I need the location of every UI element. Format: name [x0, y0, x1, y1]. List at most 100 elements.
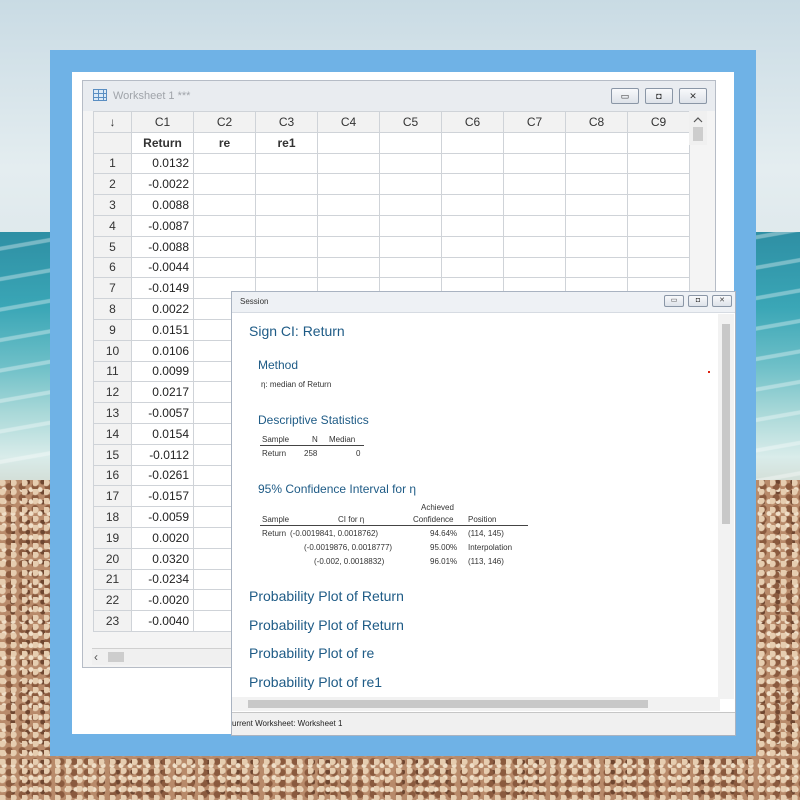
empty-cell[interactable]: [193, 214, 256, 237]
empty-cell[interactable]: [503, 214, 566, 237]
session-window[interactable]: Session ▭ ◘ ✕ Sign CI: Return Method η: …: [231, 291, 736, 736]
empty-cell[interactable]: [565, 173, 628, 196]
data-cell[interactable]: -0.0022: [131, 173, 194, 196]
minimize-button[interactable]: ▭: [664, 295, 684, 307]
empty-cell[interactable]: [255, 194, 318, 216]
row-number[interactable]: 4: [93, 214, 132, 237]
row-number[interactable]: 16: [93, 464, 132, 487]
empty-cell[interactable]: [565, 214, 628, 237]
column-header[interactable]: C8: [565, 111, 628, 133]
empty-cell[interactable]: [193, 256, 256, 279]
column-header[interactable]: C1: [131, 111, 194, 133]
empty-cell[interactable]: [441, 152, 504, 175]
empty-cell[interactable]: [317, 235, 380, 258]
empty-cell[interactable]: [379, 235, 442, 258]
empty-cell[interactable]: [441, 214, 504, 237]
empty-cell[interactable]: [627, 173, 690, 196]
column-header[interactable]: C7: [503, 111, 566, 133]
data-cell[interactable]: -0.0059: [131, 506, 194, 528]
column-name-cell[interactable]: [379, 131, 442, 154]
data-cell[interactable]: 0.0217: [131, 381, 194, 404]
row-number[interactable]: 18: [93, 506, 132, 528]
column-name-cell[interactable]: [317, 131, 380, 154]
data-cell[interactable]: -0.0112: [131, 443, 194, 466]
data-cell[interactable]: -0.0261: [131, 464, 194, 487]
row-number[interactable]: 17: [93, 485, 132, 508]
data-cell[interactable]: -0.0149: [131, 277, 194, 300]
empty-cell[interactable]: [627, 214, 690, 237]
empty-cell[interactable]: [317, 194, 380, 216]
data-cell[interactable]: 0.0154: [131, 422, 194, 445]
close-button[interactable]: ✕: [679, 88, 707, 104]
empty-cell[interactable]: [379, 152, 442, 175]
data-cell[interactable]: -0.0040: [131, 610, 194, 632]
empty-cell[interactable]: [441, 256, 504, 279]
empty-cell[interactable]: [627, 256, 690, 279]
empty-cell[interactable]: [503, 173, 566, 196]
empty-cell[interactable]: [317, 173, 380, 196]
row-number[interactable]: 14: [93, 422, 132, 445]
row-number[interactable]: 1: [93, 152, 132, 175]
output-heading-link[interactable]: Probability Plot of re1: [249, 674, 382, 690]
row-number[interactable]: 10: [93, 339, 132, 362]
column-name-cell[interactable]: re1: [255, 131, 318, 154]
empty-cell[interactable]: [255, 152, 318, 175]
data-cell[interactable]: 0.0151: [131, 318, 194, 341]
data-cell[interactable]: -0.0057: [131, 402, 194, 424]
minimize-button[interactable]: ▭: [611, 88, 639, 104]
session-title-bar[interactable]: Session ▭ ◘ ✕: [232, 292, 735, 313]
output-heading-link[interactable]: Probability Plot of Return: [249, 617, 404, 633]
row-number[interactable]: 23: [93, 610, 132, 632]
empty-cell[interactable]: [317, 214, 380, 237]
row-number[interactable]: 3: [93, 194, 132, 216]
data-cell[interactable]: -0.0087: [131, 214, 194, 237]
empty-cell[interactable]: [565, 194, 628, 216]
row-number[interactable]: 8: [93, 298, 132, 320]
empty-cell[interactable]: [627, 194, 690, 216]
data-cell[interactable]: -0.0044: [131, 256, 194, 279]
empty-cell[interactable]: [255, 256, 318, 279]
empty-cell[interactable]: [627, 235, 690, 258]
column-name-cell[interactable]: [503, 131, 566, 154]
empty-cell[interactable]: [441, 235, 504, 258]
column-header[interactable]: C6: [441, 111, 504, 133]
empty-cell[interactable]: [441, 173, 504, 196]
data-cell[interactable]: 0.0022: [131, 298, 194, 320]
empty-cell[interactable]: [379, 214, 442, 237]
output-heading-link[interactable]: Probability Plot of Return: [249, 588, 404, 604]
column-header[interactable]: C9: [627, 111, 690, 133]
empty-cell[interactable]: [379, 173, 442, 196]
empty-cell[interactable]: [503, 152, 566, 175]
empty-cell[interactable]: [627, 152, 690, 175]
column-name-cell[interactable]: re: [193, 131, 256, 154]
row-number[interactable]: 7: [93, 277, 132, 300]
column-name-cell[interactable]: [441, 131, 504, 154]
empty-cell[interactable]: [193, 194, 256, 216]
row-number[interactable]: 6: [93, 256, 132, 279]
empty-cell[interactable]: [503, 194, 566, 216]
data-cell[interactable]: 0.0106: [131, 339, 194, 362]
empty-cell[interactable]: [255, 235, 318, 258]
data-cell[interactable]: -0.0020: [131, 589, 194, 612]
column-name-cell[interactable]: Return: [131, 131, 194, 154]
data-cell[interactable]: 0.0099: [131, 360, 194, 383]
column-header[interactable]: C3: [255, 111, 318, 133]
worksheet-title-bar[interactable]: Worksheet 1 *** ▭ ◘ ✕: [83, 81, 715, 111]
empty-cell[interactable]: [379, 256, 442, 279]
data-cell[interactable]: 0.0132: [131, 152, 194, 175]
row-number[interactable]: 11: [93, 360, 132, 383]
row-number[interactable]: 22: [93, 589, 132, 612]
restore-button[interactable]: ◘: [688, 295, 708, 307]
row-number[interactable]: 9: [93, 318, 132, 341]
empty-cell[interactable]: [441, 194, 504, 216]
empty-cell[interactable]: [503, 256, 566, 279]
horizontal-scrollbar[interactable]: [232, 697, 720, 711]
data-cell[interactable]: -0.0088: [131, 235, 194, 258]
column-name-cell[interactable]: [627, 131, 690, 154]
empty-cell[interactable]: [193, 235, 256, 258]
row-number[interactable]: 15: [93, 443, 132, 466]
empty-cell[interactable]: [565, 235, 628, 258]
close-button[interactable]: ✕: [712, 295, 732, 307]
empty-cell[interactable]: [317, 152, 380, 175]
row-number[interactable]: 5: [93, 235, 132, 258]
